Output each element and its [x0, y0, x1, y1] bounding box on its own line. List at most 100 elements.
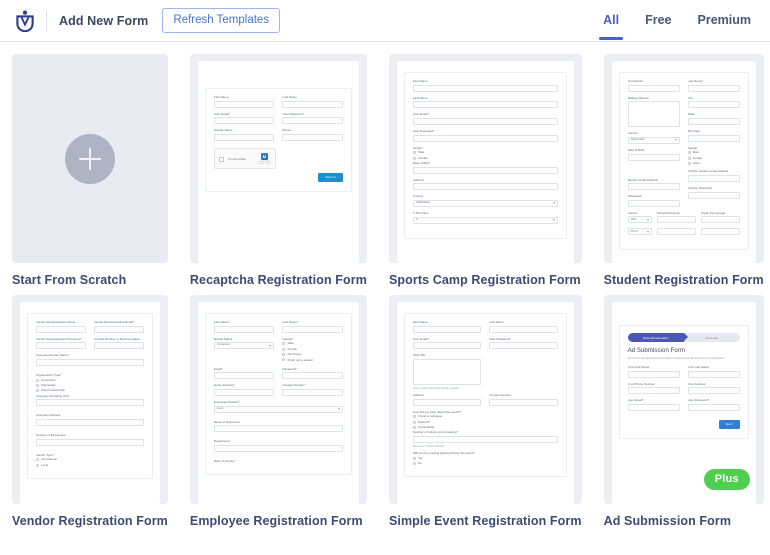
employee-position-select[interactable]: Intern — [213, 405, 343, 413]
field-input[interactable] — [656, 228, 696, 236]
field-input[interactable] — [627, 387, 680, 395]
field-input[interactable] — [36, 438, 144, 446]
course-select[interactable]: SSC — [627, 216, 652, 224]
field-input[interactable] — [627, 199, 680, 207]
field-input[interactable] — [36, 419, 144, 427]
field-input[interactable] — [700, 216, 740, 224]
field-input[interactable] — [627, 403, 680, 411]
field-input[interactable] — [282, 100, 343, 108]
filter-tab-all[interactable]: All — [599, 1, 624, 40]
field-input[interactable] — [700, 228, 740, 236]
field-input[interactable] — [687, 191, 740, 199]
radio-option[interactable]: Female — [412, 156, 558, 160]
country-select[interactable]: Afghanistan — [627, 136, 680, 144]
refresh-templates-button[interactable]: Refresh Templates — [162, 8, 281, 33]
field-input[interactable] — [36, 358, 144, 366]
template-thumbnail[interactable]: First Name Last Name User Email* User Pa… — [388, 295, 582, 504]
field-input[interactable] — [412, 183, 558, 191]
template-thumbnail[interactable]: Personal Information Ad Details Ad Submi… — [603, 295, 764, 504]
field-input[interactable] — [213, 389, 275, 397]
recaptcha-widget[interactable]: I'm not a robot reCAPTCHA Privacy - Term… — [213, 147, 276, 170]
radio-option[interactable]: Male — [282, 342, 343, 346]
field-input[interactable] — [687, 117, 740, 125]
template-thumbnail[interactable] — [12, 54, 168, 263]
field-input[interactable] — [687, 101, 740, 109]
field-input[interactable] — [93, 342, 144, 350]
field-input[interactable] — [627, 84, 680, 92]
field-input[interactable] — [412, 166, 558, 174]
field-input[interactable] — [687, 370, 740, 378]
field-input[interactable] — [412, 325, 482, 333]
radio-option[interactable]: Partnership — [36, 384, 144, 387]
field-textarea[interactable] — [627, 101, 680, 128]
radio-option[interactable]: Corporation — [36, 378, 144, 382]
field-input[interactable] — [687, 403, 740, 411]
template-thumbnail[interactable]: First Name* Mailing Address Country Afgh… — [603, 54, 764, 263]
field-input[interactable] — [687, 134, 740, 142]
field-input[interactable] — [213, 100, 275, 108]
field-input[interactable] — [282, 117, 343, 125]
template-card-start-from-scratch[interactable]: Start From Scratch — [12, 54, 168, 287]
next-button[interactable]: Next — [718, 419, 740, 429]
field-input[interactable] — [36, 399, 144, 407]
template-thumbnail[interactable]: First Name Last Name User Email* User Pa… — [189, 54, 367, 263]
radio-option[interactable]: Local — [36, 463, 144, 467]
radio-option[interactable]: Sole Proprietorship — [36, 389, 144, 393]
field-input[interactable] — [412, 436, 558, 444]
field-input[interactable] — [687, 387, 740, 395]
radio-option[interactable]: No — [412, 462, 558, 466]
field-input[interactable] — [412, 101, 558, 109]
field-input[interactable] — [627, 183, 680, 191]
radio-option[interactable]: Radio/TV — [412, 420, 558, 424]
field-input[interactable] — [36, 342, 86, 350]
radio-option[interactable]: Social Media — [412, 426, 558, 429]
field-input[interactable] — [627, 370, 680, 378]
country-select[interactable]: Afghanistan — [412, 199, 558, 207]
field-input[interactable] — [282, 372, 343, 380]
radio-option[interactable]: International — [36, 458, 144, 462]
field-input[interactable] — [412, 398, 482, 406]
field-input[interactable] — [213, 133, 275, 141]
submit-button[interactable]: Submit — [318, 173, 343, 183]
wizard-step-personal-information[interactable]: Personal Information — [627, 333, 689, 342]
template-card-employee-registration-form[interactable]: First Name* Last Name* Marital Status Un… — [189, 295, 367, 528]
template-card-vendor-registration-form[interactable]: Vendor Representative Name Vendor Repres… — [12, 295, 168, 528]
field-input[interactable] — [282, 389, 343, 397]
template-thumbnail[interactable]: Vendor Representative Name Vendor Repres… — [12, 295, 168, 504]
field-input[interactable] — [36, 325, 86, 333]
field-input[interactable] — [412, 342, 482, 350]
radio-option[interactable]: Female — [282, 347, 343, 351]
radio-option[interactable]: Prefer not to answer — [282, 358, 343, 362]
filter-tab-premium[interactable]: Premium — [697, 1, 753, 40]
field-input[interactable] — [627, 153, 680, 161]
radio-option[interactable]: Friend or colleague — [412, 415, 558, 419]
field-input[interactable] — [687, 84, 740, 92]
marital-status-select[interactable]: Unmarried — [213, 342, 275, 350]
template-card-sports-camp-registration-form[interactable]: First Name Last Name User Email* User Pa… — [388, 54, 582, 287]
field-input[interactable] — [213, 117, 275, 125]
recaptcha-checkbox[interactable] — [218, 156, 224, 162]
template-card-recaptcha-registration-form[interactable]: First Name Last Name User Email* User Pa… — [189, 54, 367, 287]
template-card-student-registration-form[interactable]: First Name* Mailing Address Country Afgh… — [603, 54, 764, 287]
field-input[interactable] — [656, 216, 696, 224]
template-thumbnail[interactable]: First Name* Last Name* Marital Status Un… — [189, 295, 367, 504]
template-card-simple-event-registration-form[interactable]: First Name Last Name User Email* User Pa… — [388, 295, 582, 528]
field-input[interactable] — [687, 175, 740, 183]
radio-option[interactable]: Non-binary — [282, 353, 343, 357]
field-input[interactable] — [282, 325, 343, 333]
radio-option[interactable]: Male — [412, 151, 558, 155]
field-textarea[interactable] — [412, 358, 482, 385]
template-thumbnail[interactable]: First Name Last Name User Email* User Pa… — [388, 54, 582, 263]
radio-option[interactable]: Female — [687, 156, 740, 160]
field-input[interactable] — [213, 425, 343, 433]
field-input[interactable] — [213, 325, 275, 333]
field-input[interactable] — [412, 134, 558, 142]
radio-option[interactable]: Other — [687, 162, 740, 165]
field-input[interactable] — [282, 133, 343, 141]
filter-tab-free[interactable]: Free — [644, 1, 672, 40]
course-select[interactable]: Plus 2 — [627, 228, 652, 236]
wizard-step-ad-details[interactable]: Ad Details — [683, 333, 740, 342]
radio-option[interactable]: Male — [687, 151, 740, 155]
field-input[interactable] — [213, 372, 275, 380]
template-card-ad-submission-form[interactable]: Personal Information Ad Details Ad Submi… — [603, 295, 764, 528]
